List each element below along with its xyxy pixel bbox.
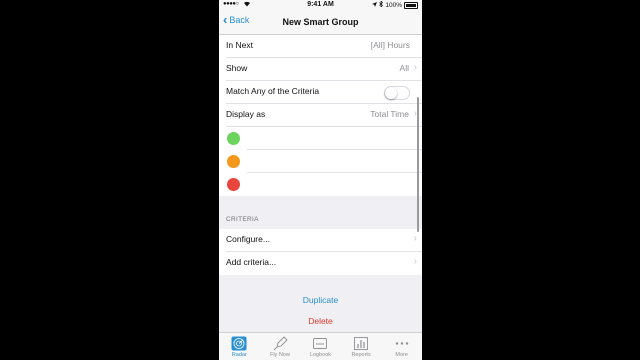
scrollbar[interactable] bbox=[417, 97, 419, 232]
phone-screen: ●●●●○ 9:41 AM 100% ‹ Back New Smart Grou… bbox=[219, 0, 422, 360]
duplicate-button[interactable]: Duplicate bbox=[219, 295, 422, 315]
show-row[interactable]: Show All › bbox=[219, 58, 422, 81]
configure-row[interactable]: Configure... › bbox=[219, 229, 422, 252]
display-as-value: Total Time bbox=[370, 109, 409, 119]
tab-label: Radar bbox=[231, 352, 247, 358]
tab-label: Reports bbox=[351, 352, 371, 358]
settings-list: In Next [All] Hours Show All › Match Any… bbox=[219, 35, 422, 336]
green-color-dot bbox=[227, 132, 240, 145]
more-icon bbox=[394, 336, 410, 351]
red-color-dot bbox=[227, 178, 240, 191]
page-title: New Smart Group bbox=[282, 17, 359, 27]
chevron-right-icon: › bbox=[413, 256, 417, 267]
status-bar: ●●●●○ 9:41 AM 100% bbox=[219, 0, 422, 10]
match-any-row: Match Any of the Criteria bbox=[219, 81, 422, 104]
tab-label: More bbox=[395, 352, 408, 358]
match-any-toggle[interactable] bbox=[384, 86, 410, 100]
battery-icon bbox=[404, 1, 418, 9]
show-value: All bbox=[399, 63, 409, 73]
reports-icon bbox=[353, 336, 369, 351]
logbook-icon bbox=[312, 336, 328, 351]
navigation-bar: ‹ Back New Smart Group bbox=[219, 10, 422, 35]
color-row-red[interactable] bbox=[219, 173, 422, 196]
rocket-icon bbox=[272, 336, 288, 351]
in-next-value: [All] Hours bbox=[370, 40, 410, 50]
show-label: Show bbox=[226, 63, 248, 73]
tab-fly-now[interactable]: Fly Now bbox=[260, 333, 301, 360]
tab-label: Fly Now bbox=[269, 352, 290, 358]
radar-icon bbox=[231, 336, 247, 351]
in-next-row[interactable]: In Next [All] Hours bbox=[219, 35, 422, 58]
display-as-row[interactable]: Display as Total Time › bbox=[219, 104, 422, 127]
tab-more[interactable]: More bbox=[381, 333, 422, 360]
add-criteria-label: Add criteria... bbox=[226, 257, 277, 267]
tab-logbook[interactable]: Logbook bbox=[300, 333, 341, 360]
chevron-right-icon: › bbox=[413, 62, 417, 73]
tab-label: Logbook bbox=[309, 352, 332, 358]
in-next-label: In Next bbox=[226, 40, 253, 50]
battery-percent: 100% bbox=[385, 1, 402, 9]
location-icon bbox=[372, 1, 378, 9]
toggle-knob bbox=[385, 87, 397, 99]
section-spacer bbox=[219, 196, 422, 216]
add-criteria-row[interactable]: Add criteria... › bbox=[219, 252, 422, 275]
criteria-section-header: CRITERIA bbox=[219, 216, 422, 229]
display-as-label: Display as bbox=[226, 109, 266, 119]
color-row-green[interactable] bbox=[219, 127, 422, 150]
bluetooth-icon bbox=[379, 0, 384, 9]
chevron-right-icon: › bbox=[413, 233, 417, 244]
match-any-label: Match Any of the Criteria bbox=[226, 86, 320, 96]
tab-radar[interactable]: Radar bbox=[219, 333, 260, 360]
tab-reports[interactable]: Reports bbox=[341, 333, 382, 360]
tab-bar: Radar Fly Now Logbook Reports More bbox=[219, 332, 422, 360]
orange-color-dot bbox=[227, 155, 240, 168]
color-row-orange[interactable] bbox=[219, 150, 422, 173]
configure-label: Configure... bbox=[226, 234, 270, 244]
